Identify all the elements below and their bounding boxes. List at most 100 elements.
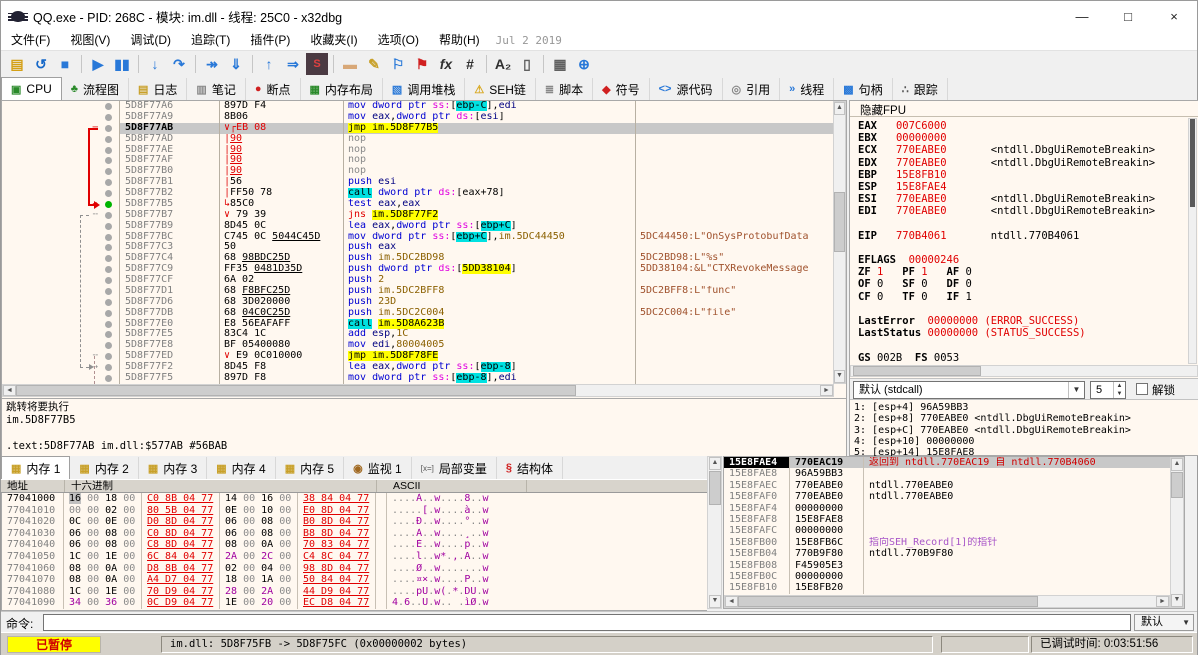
register-line[interactable]	[858, 218, 1188, 230]
step-over-icon[interactable]: ↷	[168, 53, 190, 75]
tab-脚本[interactable]: ≣ 脚本	[535, 78, 594, 100]
tab-内存 5[interactable]: ▦ 内存 5	[275, 457, 345, 479]
disasm-row[interactable]: ╌ 5D8F77B7 ∨ 79 39 jns im.5D8F77F2	[2, 209, 834, 221]
dump-row[interactable]: 77041040 06 00 08 00 C8 8D 04 77 08 00 0A 0…	[2, 539, 707, 551]
patches-icon[interactable]: ▬	[339, 53, 361, 75]
breakpoint-gutter[interactable]	[98, 198, 120, 210]
close-button[interactable]: ×	[1151, 1, 1197, 31]
tab-笔记[interactable]: ▥ 笔记	[187, 78, 246, 100]
disasm-row[interactable]: 5D8F77AE │90 nop	[2, 144, 834, 156]
registers-hscrollbar[interactable]	[850, 365, 1198, 377]
restart-icon[interactable]: ↺	[30, 53, 52, 75]
disasm-row[interactable]: ╌ 5D8F77ED ∨ E9 0C010000 jmp im.5D8F78FE	[2, 351, 834, 362]
tab-线程[interactable]: » 线程	[780, 78, 835, 100]
disasm-row[interactable]: 5D8F77CF 6A 02 push 2	[2, 275, 834, 286]
dump-row[interactable]: 77041060 08 00 0A 00 D8 8B 04 77 02 00 04 0…	[2, 562, 707, 575]
tab-源代码[interactable]: <> 源代码	[649, 78, 723, 100]
hash-icon[interactable]: #	[459, 53, 481, 75]
disasm-row[interactable]: 5D8F77C4 68 98BDC25D push im.5DC2BD98 5DC2B…	[2, 253, 834, 265]
font-icon[interactable]: A₂	[492, 53, 514, 75]
disasm-row[interactable]: 5D8F77E0 E8 56EAFAFF call im.5D8A623B	[2, 318, 834, 330]
disasm-row[interactable]: ─ 5D8F77AB ∨┌EB 08 jmp im.5D8F77B5	[2, 122, 834, 134]
register-line[interactable]: LastError 00000000 (ERROR_SUCCESS)	[858, 315, 1188, 327]
register-line[interactable]: EDI 770EABE0 <ntdll.DbgUiRemoteBreakin>	[858, 205, 1188, 217]
stack-hscrollbar[interactable]: ◄ ►	[724, 595, 1170, 608]
trace-into-icon[interactable]: ⇓	[225, 53, 247, 75]
dump-row[interactable]: 77041020 0C 00 0E 00 D0 8D 04 77 06 00 08 0…	[2, 516, 707, 528]
menu-item[interactable]: 调试(D)	[120, 33, 181, 47]
register-line[interactable]: GS 002B FS 0053	[858, 352, 1188, 364]
stack-row[interactable]: 15E8FB0C 00000000	[724, 570, 1184, 583]
register-line[interactable]: EBP 15E8FB10	[858, 169, 1188, 181]
disasm-row[interactable]: 5D8F77B2 │FF50 78 call dword ptr ds:[eax+7…	[2, 188, 834, 199]
dump-row[interactable]: 77041050 1C 00 1E 00 6C 84 04 77 2A 00 2C 0…	[2, 550, 707, 563]
stack-row[interactable]: 15E8FB10 15E8FB20	[724, 582, 1184, 594]
disasm-vscrollbar[interactable]: ▲ ▼	[833, 101, 846, 384]
tab-调用堆栈[interactable]: ▧ 调用堆栈	[382, 78, 466, 100]
disasm-row[interactable]: ⇢ 5D8F77F2 8D45 F8 lea eax,dword ptr ss:[eb…	[2, 362, 834, 373]
disasm-row[interactable]: 5D8F77F5 897D F8 mov dword ptr ss:[ebp-8],…	[2, 372, 834, 384]
tab-结构体[interactable]: § 结构体	[496, 457, 564, 479]
disasm-row[interactable]: 5D8F77D1 68 F8BFC25D push im.5DC2BFF8 5DC2B…	[2, 285, 834, 297]
stack-row[interactable]: 15E8FB00 15E8FB6C 指向SEH_Record[1]的指针	[724, 536, 1184, 549]
hide-fpu-button[interactable]: 隐藏FPU	[850, 101, 1198, 117]
register-line[interactable]: EDX 770EABE0 <ntdll.DbgUiRemoteBreakin>	[858, 157, 1188, 169]
register-line[interactable]: ZF 1 PF 1 AF 0	[858, 266, 1188, 278]
argument-count-stepper[interactable]: 5 ▲ ▼	[1090, 381, 1126, 399]
breakpoint-gutter[interactable]	[98, 340, 120, 352]
disasm-row[interactable]: 5D8F77C9 FF35 0481D35D push dword ptr ds:[…	[2, 264, 834, 275]
breakpoint-gutter[interactable]	[98, 285, 120, 297]
register-line[interactable]: CF 0 TF 0 IF 1	[858, 291, 1188, 303]
register-line[interactable]: EAX 007C6000	[858, 120, 1188, 132]
dump-row[interactable]: 77041030 06 00 08 00 C0 8D 04 77 06 00 08 0…	[2, 527, 707, 540]
tab-内存 1[interactable]: ▦ 内存 1	[1, 456, 71, 479]
breakpoint-gutter[interactable]	[98, 101, 120, 112]
stack-row[interactable]: 15E8FAEC 770EABE0 ntdll.770EABE0	[724, 479, 1184, 492]
pause-icon[interactable]: ▮▮	[111, 53, 133, 75]
disasm-row[interactable]: 5D8F77A6 897D F4 mov dword ptr ss:[ebp-C],…	[2, 101, 834, 112]
menu-item[interactable]: 视图(V)	[60, 33, 120, 47]
breakpoint-gutter[interactable]	[98, 351, 120, 362]
maximize-button[interactable]: □	[1105, 1, 1151, 31]
minimize-button[interactable]: —	[1059, 1, 1105, 31]
tab-句柄[interactable]: ▩ 句柄	[834, 78, 893, 100]
unlock-checkbox[interactable]	[1136, 383, 1148, 395]
dump-row[interactable]: 77041070 08 00 0A 00 A4 D7 04 77 18 00 1A 0…	[2, 574, 707, 586]
menu-item[interactable]: 追踪(T)	[181, 33, 240, 47]
dump-row[interactable]: 77041090 34 00 36 00 0C D9 04 77 1E 00 20 0…	[2, 597, 707, 609]
stack-row[interactable]: 15E8FB04 770B9F80 ntdll.770B9F80	[724, 548, 1184, 560]
internet-icon[interactable]: ⊕	[573, 53, 595, 75]
menu-item[interactable]: 收藏夹(I)	[300, 33, 367, 47]
breakpoint-gutter[interactable]	[98, 177, 120, 188]
stack-row[interactable]: 15E8FAF4 00000000	[724, 502, 1184, 514]
calling-convention-dropdown[interactable]: 默认 (stdcall) ▼	[853, 381, 1085, 399]
disasm-row[interactable]: 5D8F77DB 68 04C0C25D push im.5DC2C004 5DC2C…	[2, 307, 834, 319]
breakpoint-gutter[interactable]	[98, 220, 120, 232]
stack-row[interactable]: 15E8FAFC 00000000	[724, 525, 1184, 537]
breakpoint-gutter[interactable]	[98, 296, 120, 308]
step-into-icon[interactable]: ↓	[144, 53, 166, 75]
register-line[interactable]: EBX 00000000	[858, 132, 1188, 144]
breakpoint-gutter[interactable]	[98, 242, 120, 254]
disasm-hscrollbar[interactable]: ◄ ►	[2, 384, 834, 397]
stack-row[interactable]: 15E8FAF8 15E8FAE8	[724, 513, 1184, 526]
breakpoint-gutter[interactable]	[98, 362, 120, 373]
disasm-row[interactable]: 5D8F77E8 BF 05400080 mov edi,80004005	[2, 340, 834, 352]
breakpoint-gutter[interactable]	[98, 122, 120, 134]
functions-icon[interactable]: fx	[435, 53, 457, 75]
labels-icon[interactable]: ⚐	[387, 53, 409, 75]
tab-内存 4[interactable]: ▦ 内存 4	[207, 457, 276, 479]
run-icon[interactable]: ▶	[87, 53, 109, 75]
stack-vscrollbar[interactable]: ▲ ▼	[1170, 457, 1184, 608]
mobile-icon[interactable]: ▯	[516, 53, 538, 75]
breakpoint-gutter[interactable]	[98, 188, 120, 199]
disasm-row[interactable]: 5D8F77B1 │56 push esi	[2, 177, 834, 188]
register-line[interactable]: ECX 770EABE0 <ntdll.DbgUiRemoteBreakin>	[858, 144, 1188, 156]
bookmarks-icon[interactable]: ⚑	[411, 53, 433, 75]
disasm-row[interactable]: 5D8F77B9 8D45 0C lea eax,dword ptr ss:[ebp…	[2, 220, 834, 232]
stack-row[interactable]: 15E8FAE4 770EAC19 返回到 ntdll.770EAC19 自 ntd…	[724, 457, 1184, 469]
command-input[interactable]	[43, 614, 1131, 631]
dump-row[interactable]: 77041010 00 00 02 00 80 5B 04 77 0E 00 10 0…	[2, 504, 707, 517]
tab-SEH链[interactable]: ⚠ SEH链	[465, 78, 536, 100]
breakpoint-gutter[interactable]	[98, 155, 120, 167]
